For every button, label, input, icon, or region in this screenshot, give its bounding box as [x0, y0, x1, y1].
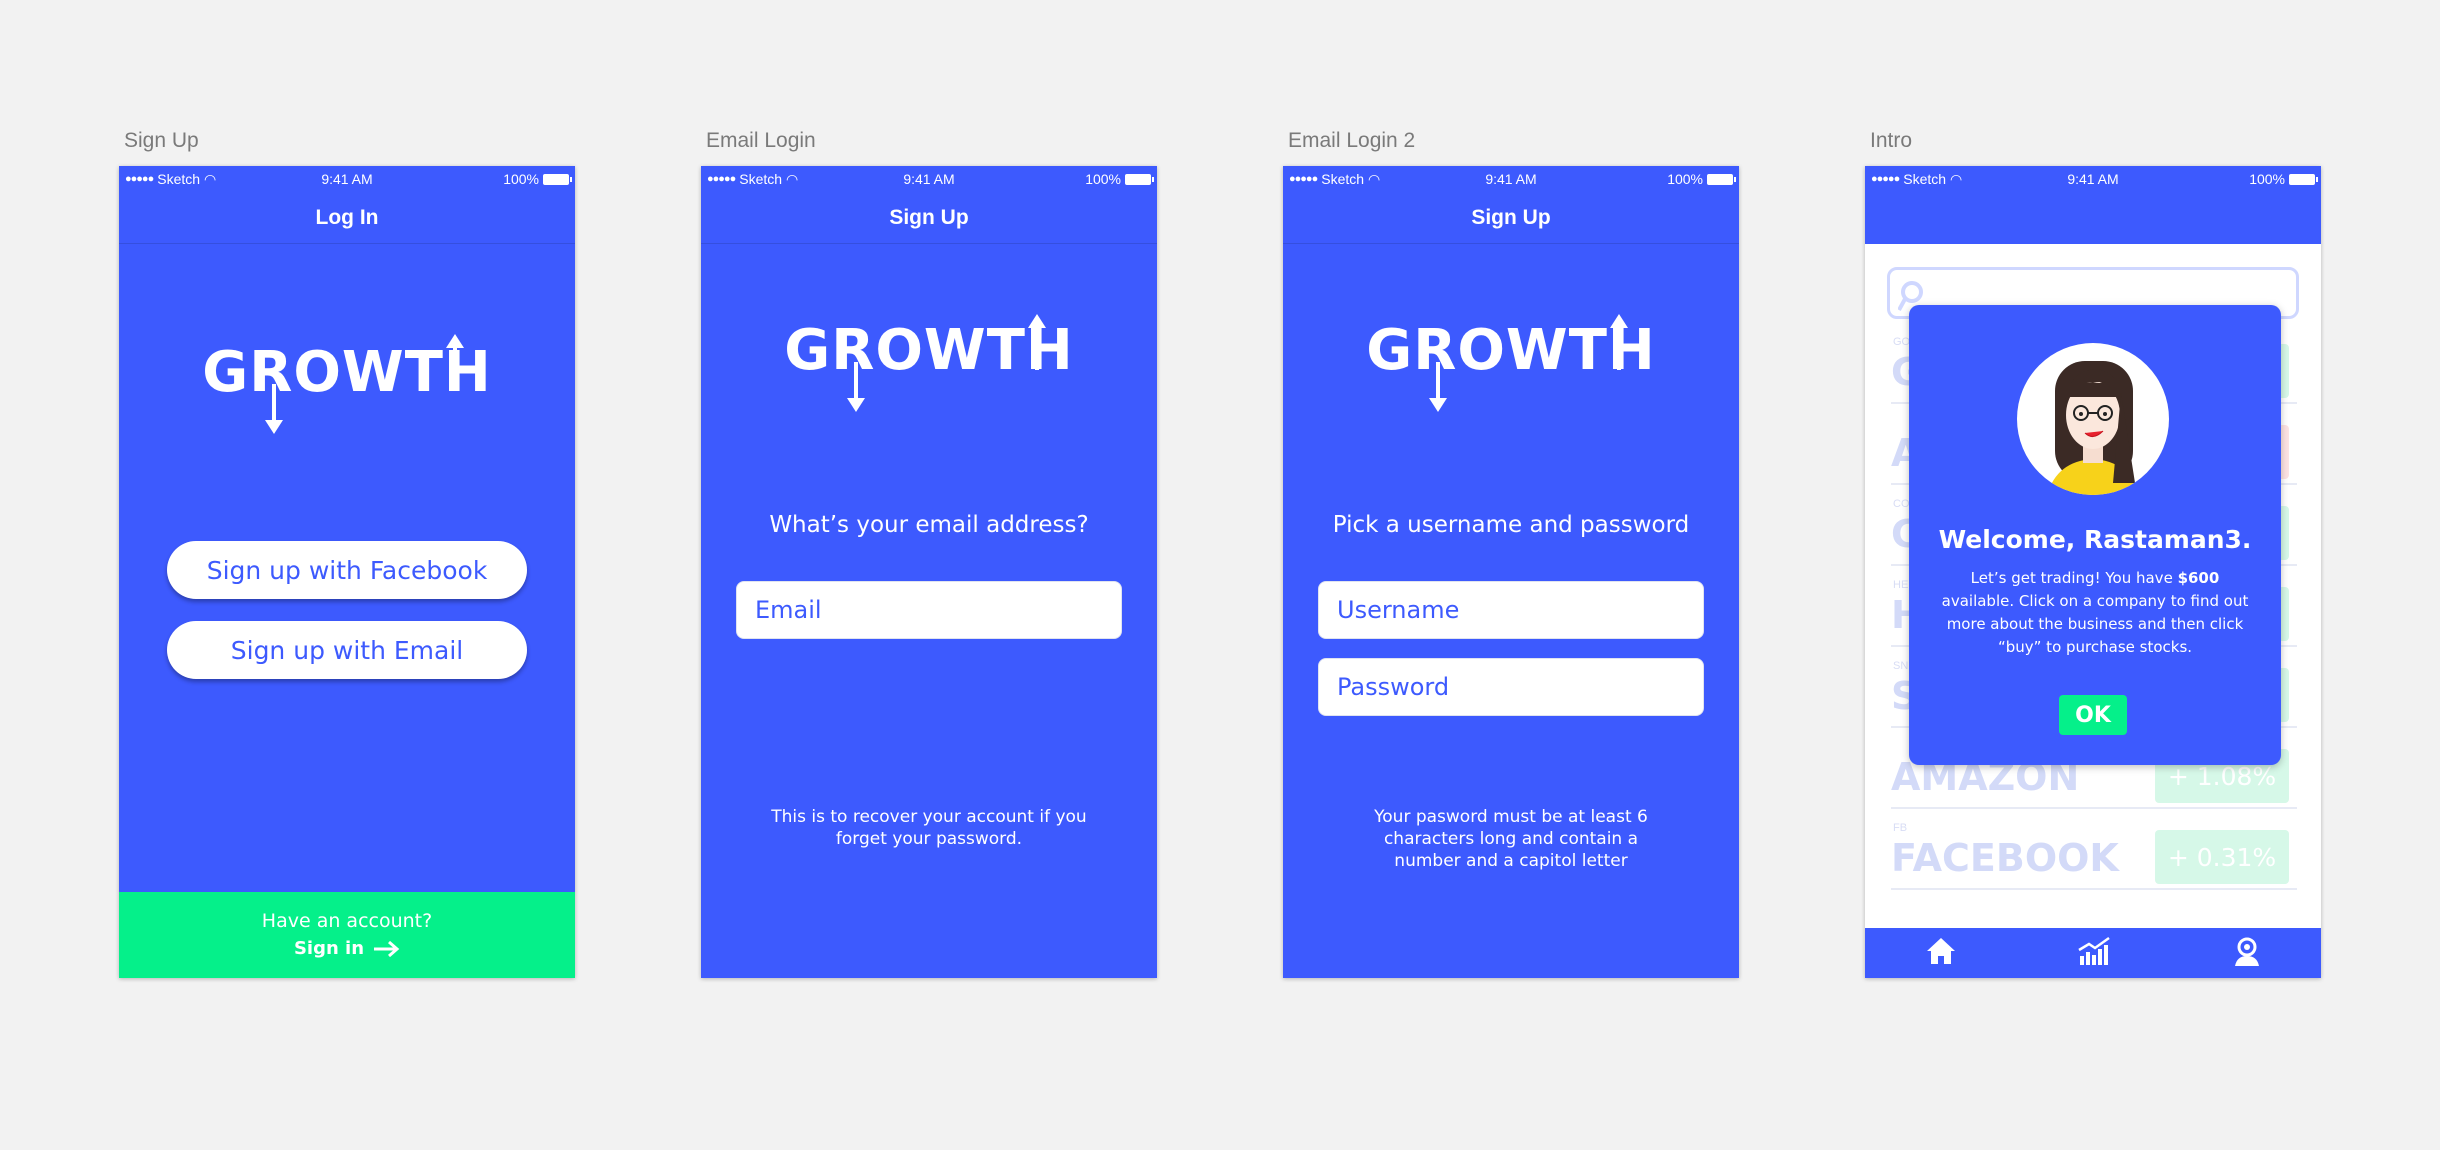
wifi-icon: ◠	[786, 170, 799, 187]
logo-arrow-down-icon	[1429, 362, 1447, 412]
logo-arrow-down-icon	[847, 362, 865, 412]
sign-up-facebook-button[interactable]: Sign up with Facebook	[167, 541, 527, 599]
welcome-message-start: Let’s get trading! You have	[1970, 569, 2178, 587]
avatar	[2017, 343, 2169, 495]
artboard-label-email-login: Email Login	[706, 129, 816, 152]
credentials-question: Pick a username and password	[1332, 512, 1690, 538]
welcome-heading: Welcome, Rastaman3.	[1938, 525, 2252, 554]
artboard-label-sign-up: Sign Up	[124, 129, 199, 152]
carrier-label: Sketch	[1903, 171, 1947, 187]
user-avatar-illustration	[2047, 361, 2139, 495]
stock-ticker: HE	[1893, 579, 1909, 591]
phone-email-login-2: ●●●●● Sketch ◠ 9:41 AM 100% Sign Up GROWTH…	[1283, 166, 1739, 978]
tab-profile[interactable]	[2233, 936, 2261, 971]
battery-label: 100%	[2249, 171, 2285, 187]
email-field[interactable]: Email	[736, 581, 1122, 639]
sign-in-label: Sign in	[293, 938, 365, 959]
ok-button[interactable]: OK	[2059, 695, 2127, 735]
password-field[interactable]: Password	[1318, 658, 1704, 716]
artboard-label-email-login-2: Email Login 2	[1288, 129, 1416, 152]
battery-icon	[1125, 173, 1154, 185]
welcome-message: Let’s get trading! You have $600 availab…	[1939, 567, 2251, 659]
battery-label: 100%	[1667, 171, 1703, 187]
status-bar: ●●●●● Sketch ◠ 9:41 AM 100%	[119, 166, 575, 192]
wifi-icon: ◠	[1368, 170, 1381, 187]
signal-icon: ●●●●●	[1871, 173, 1900, 185]
growth-logo: GROWTH	[701, 318, 1157, 383]
carrier-label: Sketch	[157, 171, 201, 187]
password-helper-text: Your pasword must be at least 6 characte…	[1374, 807, 1648, 871]
signal-icon: ●●●●●	[125, 173, 154, 185]
carrier-label: Sketch	[1321, 171, 1365, 187]
nav-title: Sign Up	[701, 192, 1157, 244]
signal-icon: ●●●●●	[1289, 173, 1318, 185]
nav-title: Sign Up	[1283, 192, 1739, 244]
tab-home[interactable]	[1925, 936, 1957, 971]
wifi-icon: ◠	[1950, 170, 1963, 187]
logo-arrow-up-icon	[1610, 314, 1628, 370]
sign-up-email-button[interactable]: Sign up with Email	[167, 621, 527, 679]
arrow-right-icon	[374, 940, 400, 957]
growth-logo: GROWTH	[1283, 318, 1739, 383]
battery-label: 100%	[503, 171, 539, 187]
artboard-label-intro: Intro	[1870, 129, 1913, 152]
home-icon	[1927, 937, 1955, 964]
battery-label: 100%	[1085, 171, 1121, 187]
stock-ticker: CO	[1893, 498, 1910, 510]
stock-ticker: GO	[1893, 336, 1911, 348]
signal-icon: ●●●●●	[707, 173, 736, 185]
growth-logo: GROWTH	[119, 340, 575, 405]
welcome-modal: Welcome, Rastaman3. Let’s get trading! Y…	[1909, 305, 2281, 765]
status-bar: ●●●●● Sketch ◠ 9:41 AM 100%	[1865, 166, 2321, 192]
footer-question: Have an account?	[261, 910, 433, 932]
logo-arrow-up-icon	[1028, 314, 1046, 370]
tab-portfolio[interactable]	[2077, 936, 2113, 971]
carrier-label: Sketch	[739, 171, 783, 187]
battery-icon	[2289, 173, 2318, 185]
chart-icon	[2078, 936, 2110, 965]
tab-bar	[1865, 928, 2321, 978]
email-question: What’s your email address?	[769, 512, 1089, 538]
battery-icon	[543, 173, 572, 185]
status-bar: ●●●●● Sketch ◠ 9:41 AM 100%	[701, 166, 1157, 192]
stock-ticker: FB	[1893, 822, 1908, 834]
stock-name: FACEBOOK	[1891, 836, 2119, 880]
phone-sign-up: ●●●●● Sketch ◠ 9:41 AM 100% Log In GROWTH …	[119, 166, 575, 978]
sign-in-link[interactable]: Sign in	[119, 938, 575, 959]
logo-arrow-up-icon	[446, 334, 464, 390]
welcome-message-amount: $600	[2177, 569, 2220, 587]
nav-title: Log In	[119, 192, 575, 244]
profile-icon	[2235, 937, 2259, 966]
phone-email-login: ●●●●● Sketch ◠ 9:41 AM 100% Sign Up GROWTH…	[701, 166, 1157, 978]
welcome-message-end: available. Click on a company to find ou…	[1941, 592, 2249, 656]
sign-in-footer[interactable]: Have an account? Sign in	[119, 892, 575, 978]
wifi-icon: ◠	[204, 170, 217, 187]
email-helper-text: This is to recover your account if you f…	[771, 807, 1087, 849]
stock-change-badge: + 0.31%	[2155, 830, 2289, 884]
stock-ticker: SN	[1893, 660, 1909, 672]
status-bar: ●●●●● Sketch ◠ 9:41 AM 100%	[1283, 166, 1739, 192]
battery-icon	[1707, 173, 1736, 185]
stock-row[interactable]: FB FACEBOOK + 0.31%	[1891, 810, 2297, 890]
phone-intro: ●●●●● Sketch ◠ 9:41 AM 100% GO G A CO C HE H SN S A…	[1865, 166, 2321, 978]
username-field[interactable]: Username	[1318, 581, 1704, 639]
logo-arrow-down-icon	[265, 384, 283, 434]
